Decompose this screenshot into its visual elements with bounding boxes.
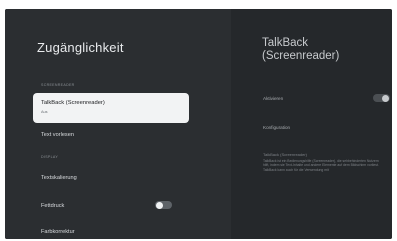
- talkback-item[interactable]: TalkBack (Screenreader) Aus: [33, 93, 189, 123]
- textskalierung-item[interactable]: Textskalierung: [41, 175, 77, 181]
- fettdruck-item[interactable]: Fettdruck: [41, 203, 64, 209]
- aktivieren-label: Aktivieren: [263, 96, 284, 101]
- detail-section-label: TalkBack (Screenreader): [263, 152, 308, 157]
- page-title: Zugänglichkeit: [37, 40, 124, 55]
- tv-screen: Zugänglichkeit Screenreader TalkBack (Sc…: [5, 9, 392, 239]
- section-label-display: Display: [41, 155, 59, 159]
- detail-description: TalkBack ist ein Bedienungshilfe (Screen…: [263, 159, 379, 172]
- toggle-knob: [382, 94, 389, 102]
- aktivieren-toggle: [373, 94, 390, 102]
- text-vorlesen-item[interactable]: Text vorlesen: [41, 132, 74, 138]
- konfiguration-label: Konfiguration: [263, 125, 291, 130]
- settings-panel: Zugänglichkeit Screenreader TalkBack (Sc…: [5, 9, 231, 239]
- talkback-label: TalkBack (Screenreader): [41, 100, 105, 106]
- talkback-status: Aus: [41, 110, 48, 114]
- farbkorrektur-item[interactable]: Farbkorrektur: [41, 229, 75, 235]
- fettdruck-toggle[interactable]: [155, 201, 172, 209]
- section-label-screenreader: Screenreader: [41, 83, 75, 87]
- detail-title: TalkBack (Screenreader): [262, 37, 340, 62]
- detail-panel: TalkBack (Screenreader) Aktivieren Konfi…: [231, 9, 392, 239]
- toggle-knob: [156, 201, 163, 209]
